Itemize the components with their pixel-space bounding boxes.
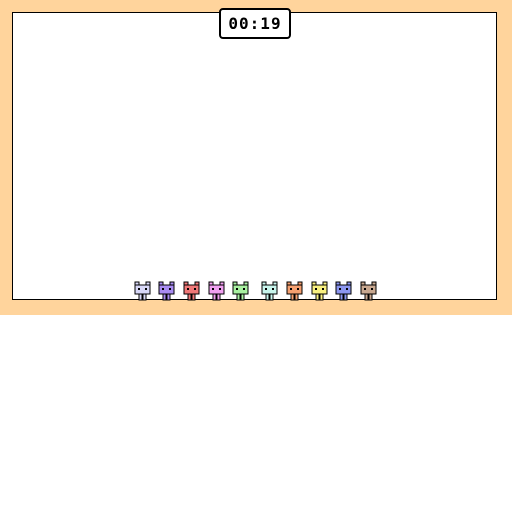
timer-display: 00:19 xyxy=(219,8,291,39)
cat-pink-player xyxy=(208,281,226,301)
cat-yellow-player xyxy=(311,281,329,301)
cat-purple-player xyxy=(158,281,176,301)
game-frame: 00:19 xyxy=(0,0,512,315)
cat-mint-player xyxy=(261,281,279,301)
cat-tan-player xyxy=(360,281,378,301)
cat-blue-player xyxy=(335,281,353,301)
play-field xyxy=(12,12,497,300)
cat-lavender-player xyxy=(134,281,152,301)
cat-green-player xyxy=(232,281,250,301)
timer-text: 00:19 xyxy=(228,14,282,33)
cat-red-player xyxy=(183,281,201,301)
cat-orange-player xyxy=(286,281,304,301)
